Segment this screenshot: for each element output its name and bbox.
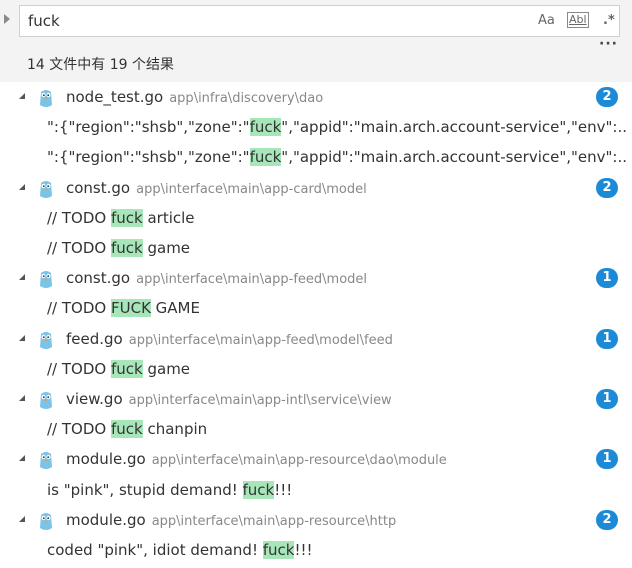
match-whole-word-icon[interactable]: Abl — [567, 12, 589, 28]
match-suffix: GAME — [150, 299, 200, 318]
match-suffix: game — [142, 239, 191, 257]
search-input[interactable] — [28, 10, 508, 32]
file-path: app\infra\discovery\dao — [169, 91, 324, 106]
file-row[interactable]: const.go app\interface\main\app-card\mode… — [0, 173, 632, 203]
file-name: const.go app\interface\main\app-card\mode… — [66, 178, 367, 197]
toggle-replace-icon[interactable] — [4, 14, 10, 24]
file-name: module.go app\interface\main\app-resource… — [66, 450, 447, 469]
match-line: // TODO fuck chanpin — [47, 414, 207, 444]
file-name: node_test.go app\infra\discovery\dao — [66, 88, 324, 106]
match-suffix: ","appid":"main.arch.account-service","e… — [281, 118, 628, 137]
match-line: ":{"region":"shsb","zone":"fuck","appid"… — [47, 142, 627, 172]
match-count-badge: 2 — [596, 509, 618, 530]
match-row[interactable]: ":{"region":"shsb","zone":"fuck","appid"… — [0, 112, 632, 142]
file-row[interactable]: view.go app\interface\main\app-intl\servi… — [0, 384, 632, 414]
match-suffix: chanpin — [142, 420, 208, 439]
file-name: view.go app\interface\main\app-intl\servi… — [66, 390, 392, 408]
match-prefix: is "pink", stupid demand! — [47, 480, 243, 499]
match-suffix: article — [142, 208, 195, 227]
match-line: // TODO FUCK GAME — [47, 293, 200, 323]
match-line: is "pink", stupid demand! fuck!!! — [47, 475, 292, 505]
match-highlight: fuck — [249, 148, 282, 167]
go-file-icon — [38, 511, 54, 530]
file-row[interactable]: module.go app\interface\main\app-resource… — [0, 444, 632, 474]
go-file-icon — [38, 269, 54, 289]
match-row[interactable]: // TODO fuck chanpin — [0, 414, 632, 444]
match-row[interactable]: // TODO fuck game — [0, 354, 632, 384]
go-file-icon — [38, 390, 54, 409]
match-line: // TODO fuck game — [47, 354, 190, 384]
match-highlight: fuck — [262, 541, 295, 559]
match-highlight: fuck — [242, 480, 275, 499]
search-box: Aa Abl .* — [19, 5, 620, 37]
match-prefix: // TODO — [47, 420, 111, 439]
search-bar: Aa Abl .* ··· — [0, 0, 632, 52]
file-path: app\interface\main\app-card\model — [136, 181, 367, 197]
go-file-icon — [38, 179, 54, 198]
match-case-icon[interactable]: Aa — [538, 13, 555, 28]
file-row[interactable]: module.go app\interface\main\app-resource… — [0, 505, 632, 535]
file-path: app\interface\main\app-intl\service\view — [128, 393, 392, 408]
match-prefix: ":{"region":"shsb","zone":" — [47, 118, 250, 137]
match-suffix: !!! — [294, 541, 313, 559]
match-prefix: // TODO — [47, 239, 111, 257]
use-regex-icon[interactable]: .* — [603, 13, 615, 28]
file-row[interactable]: const.go app\interface\main\app-feed\mode… — [0, 263, 632, 293]
match-highlight: fuck — [110, 239, 143, 257]
match-prefix: coded "pink", idiot demand! — [47, 541, 263, 559]
file-path: app\interface\main\app-feed\model — [136, 272, 368, 288]
match-count-badge: 2 — [596, 177, 618, 198]
match-count-badge: 1 — [596, 449, 618, 470]
go-file-icon — [38, 88, 54, 107]
match-row[interactable]: ":{"region":"shsb","zone":"fuck","appid"… — [0, 142, 632, 172]
match-highlight: fuck — [110, 359, 143, 378]
file-row[interactable]: feed.go app\interface\main\app-feed\model… — [0, 324, 632, 354]
file-name: module.go app\interface\main\app-resource… — [66, 510, 397, 529]
match-count-badge: 1 — [596, 389, 618, 409]
match-suffix: game — [142, 359, 191, 378]
match-prefix: ":{"region":"shsb","zone":" — [47, 148, 250, 167]
match-highlight: FUCK — [110, 299, 151, 318]
results-tree: node_test.go app\infra\discovery\dao 2 ":{"… — [0, 82, 632, 568]
match-count-badge: 1 — [596, 268, 618, 289]
file-row[interactable]: node_test.go app\infra\discovery\dao 2 — [0, 82, 632, 112]
match-highlight: fuck — [249, 118, 282, 137]
match-row[interactable]: // TODO fuck article — [0, 203, 632, 233]
match-count-badge: 2 — [596, 87, 618, 107]
match-line: coded "pink", idiot demand! fuck!!! — [47, 535, 313, 565]
go-file-icon — [38, 330, 54, 349]
match-line: // TODO fuck article — [47, 203, 195, 233]
more-options-icon[interactable]: ··· — [599, 36, 618, 52]
match-row[interactable]: // TODO FUCK GAME — [0, 293, 632, 323]
match-line: // TODO fuck game — [47, 233, 190, 263]
match-highlight: fuck — [110, 420, 143, 439]
match-prefix: // TODO — [47, 208, 111, 227]
file-name: feed.go app\interface\main\app-feed\model… — [66, 329, 393, 348]
match-count-badge: 1 — [596, 328, 618, 349]
match-suffix: !!! — [274, 480, 293, 499]
match-prefix: // TODO — [47, 359, 111, 378]
file-path: app\interface\main\app-resource\dao\modu… — [151, 453, 447, 469]
go-file-icon — [38, 450, 54, 470]
match-prefix: // TODO — [47, 299, 111, 318]
match-row[interactable]: // TODO fuck game — [0, 233, 632, 263]
match-line: ":{"region":"shsb","zone":"fuck","appid"… — [47, 112, 627, 142]
match-highlight: fuck — [110, 208, 143, 227]
match-suffix: ","appid":"main.arch.account-service","e… — [281, 148, 628, 167]
results-summary: 14 文件中有 19 个结果 — [27, 57, 174, 73]
file-name: const.go app\interface\main\app-feed\mode… — [66, 269, 368, 288]
file-path: app\interface\main\app-feed\model\feed — [128, 332, 393, 348]
match-row[interactable]: is "pink", stupid demand! fuck!!! — [0, 475, 632, 505]
match-row[interactable]: coded "pink", idiot demand! fuck!!! — [0, 535, 632, 565]
file-path: app\interface\main\app-resource\http — [151, 513, 397, 529]
